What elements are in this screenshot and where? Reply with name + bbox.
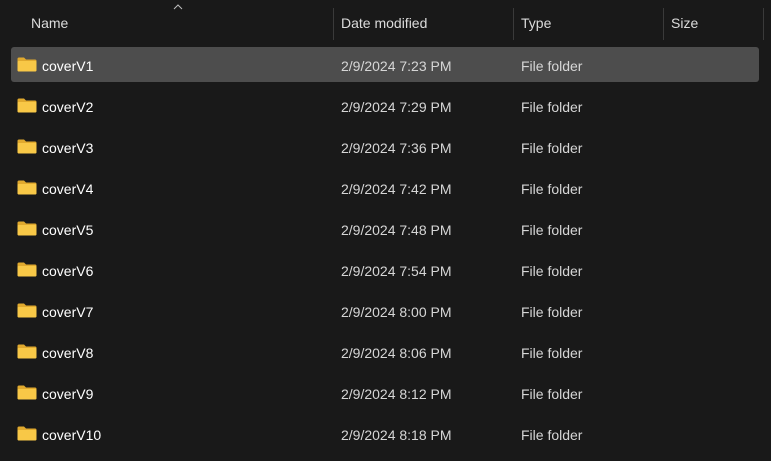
- file-type: File folder: [521, 386, 583, 402]
- column-header-date-modified-label: Date modified: [341, 15, 428, 31]
- folder-icon: [17, 180, 37, 195]
- file-name: coverV4: [42, 181, 94, 197]
- column-header-date-modified[interactable]: Date modified: [334, 0, 513, 40]
- folder-icon: [17, 303, 37, 318]
- folder-icon: [17, 57, 37, 72]
- file-name: coverV7: [42, 304, 94, 320]
- file-type: File folder: [521, 99, 583, 115]
- folder-icon: [17, 262, 37, 277]
- column-header-name-label: Name: [31, 15, 69, 31]
- file-name: coverV1: [42, 58, 94, 74]
- folder-icon: [17, 139, 37, 154]
- file-row[interactable]: coverV3 2/9/2024 7:36 PM File folder: [11, 129, 759, 164]
- folder-icon: [17, 221, 37, 236]
- chevron-up-icon: [173, 4, 183, 10]
- file-type: File folder: [521, 304, 583, 320]
- file-row[interactable]: coverV4 2/9/2024 7:42 PM File folder: [11, 170, 759, 205]
- column-header-size[interactable]: Size: [664, 0, 763, 40]
- file-row[interactable]: coverV1 2/9/2024 7:23 PM File folder: [11, 47, 759, 82]
- file-date-modified: 2/9/2024 7:48 PM: [341, 222, 452, 238]
- file-date-modified: 2/9/2024 8:06 PM: [341, 345, 452, 361]
- file-date-modified: 2/9/2024 7:54 PM: [341, 263, 452, 279]
- file-row[interactable]: coverV8 2/9/2024 8:06 PM File folder: [11, 334, 759, 369]
- column-header-size-label: Size: [671, 15, 699, 31]
- file-name: coverV8: [42, 345, 94, 361]
- file-name: coverV9: [42, 386, 94, 402]
- folder-icon: [17, 344, 37, 359]
- file-row[interactable]: coverV2 2/9/2024 7:29 PM File folder: [11, 88, 759, 123]
- file-date-modified: 2/9/2024 7:23 PM: [341, 58, 452, 74]
- file-type: File folder: [521, 263, 583, 279]
- file-type: File folder: [521, 427, 583, 443]
- column-header-name[interactable]: Name: [0, 0, 333, 40]
- folder-icon: [17, 385, 37, 400]
- file-row[interactable]: coverV7 2/9/2024 8:00 PM File folder: [11, 293, 759, 328]
- column-header-type[interactable]: Type: [514, 0, 663, 40]
- file-type: File folder: [521, 222, 583, 238]
- file-type: File folder: [521, 58, 583, 74]
- file-name: coverV3: [42, 140, 94, 156]
- column-divider[interactable]: [763, 8, 764, 40]
- file-row[interactable]: coverV5 2/9/2024 7:48 PM File folder: [11, 211, 759, 246]
- file-date-modified: 2/9/2024 8:12 PM: [341, 386, 452, 402]
- folder-icon: [17, 98, 37, 113]
- file-name: coverV2: [42, 99, 94, 115]
- column-header: Name Date modified Type Size: [0, 0, 771, 46]
- file-name: coverV10: [42, 427, 102, 443]
- file-type: File folder: [521, 140, 583, 156]
- file-date-modified: 2/9/2024 8:18 PM: [341, 427, 452, 443]
- file-row[interactable]: coverV10 2/9/2024 8:18 PM File folder: [11, 416, 759, 451]
- column-header-type-label: Type: [521, 15, 552, 31]
- file-name: coverV6: [42, 263, 94, 279]
- file-type: File folder: [521, 181, 583, 197]
- file-name: coverV5: [42, 222, 94, 238]
- folder-icon: [17, 426, 37, 441]
- file-row[interactable]: coverV6 2/9/2024 7:54 PM File folder: [11, 252, 759, 287]
- file-row[interactable]: coverV9 2/9/2024 8:12 PM File folder: [11, 375, 759, 410]
- file-type: File folder: [521, 345, 583, 361]
- file-date-modified: 2/9/2024 7:29 PM: [341, 99, 452, 115]
- file-date-modified: 2/9/2024 8:00 PM: [341, 304, 452, 320]
- file-date-modified: 2/9/2024 7:42 PM: [341, 181, 452, 197]
- file-date-modified: 2/9/2024 7:36 PM: [341, 140, 452, 156]
